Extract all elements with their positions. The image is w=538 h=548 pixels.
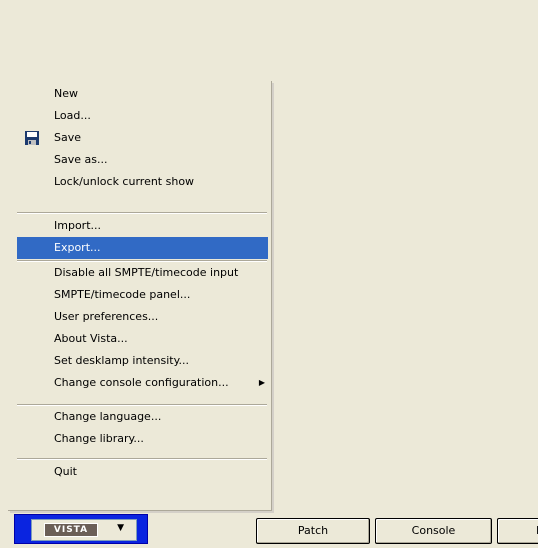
menu-separator	[17, 212, 267, 214]
context-menu: New Load... Save Save as... Lock/unlock …	[8, 81, 272, 511]
menu-item-quit[interactable]: Quit	[8, 461, 271, 483]
menu-item-load[interactable]: Load...	[8, 105, 271, 127]
vista-logo: VISTA	[44, 523, 98, 537]
menu-item-save-as[interactable]: Save as...	[8, 149, 271, 171]
console-button[interactable]: Console	[375, 518, 492, 544]
menu-item-save[interactable]: Save	[8, 127, 271, 149]
menu-separator	[17, 458, 267, 460]
menu-item-change-console-config-label: Change console configuration...	[54, 376, 229, 389]
menu-item-smpte-panel[interactable]: SMPTE/timecode panel...	[8, 284, 271, 306]
menu-item-about-vista[interactable]: About Vista...	[8, 328, 271, 350]
f-button[interactable]: F	[497, 518, 538, 544]
vista-menu-area: VISTA ▼	[14, 514, 148, 544]
menu-item-user-preferences[interactable]: User preferences...	[8, 306, 271, 328]
menu-item-lock-unlock-show[interactable]: Lock/unlock current show	[8, 171, 271, 193]
vista-menu-button[interactable]: VISTA ▼	[31, 519, 137, 541]
bottom-bar: VISTA ▼ Patch Console F	[0, 513, 538, 548]
menu-item-export[interactable]: Export...	[17, 237, 268, 259]
menu-item-change-console-config[interactable]: Change console configuration... ▶	[8, 372, 271, 394]
chevron-down-icon: ▼	[117, 523, 124, 533]
submenu-arrow-icon: ▶	[258, 378, 265, 387]
menu-item-import[interactable]: Import...	[8, 215, 271, 237]
menu-item-new[interactable]: New	[8, 83, 271, 105]
patch-button[interactable]: Patch	[256, 518, 370, 544]
menu-item-change-language[interactable]: Change language...	[8, 406, 271, 428]
menu-item-save-label: Save	[54, 131, 82, 144]
menu-item-change-library[interactable]: Change library...	[8, 428, 271, 450]
menu-item-set-desklamp[interactable]: Set desklamp intensity...	[8, 350, 271, 372]
floppy-disk-icon	[25, 131, 39, 145]
menu-item-disable-smpte[interactable]: Disable all SMPTE/timecode input	[8, 262, 271, 284]
